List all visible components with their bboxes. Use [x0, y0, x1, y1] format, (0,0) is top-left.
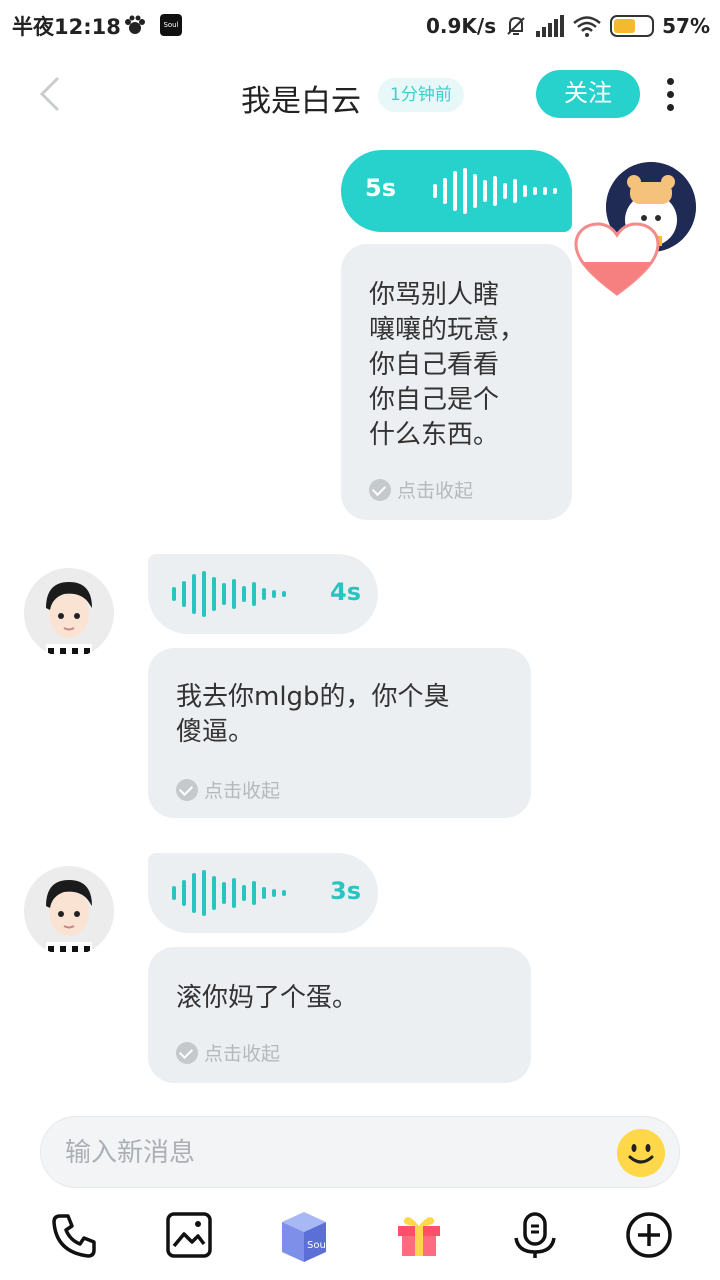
plus-icon[interactable]: [624, 1210, 674, 1260]
soul-box-icon[interactable]: Soul: [276, 1208, 332, 1264]
message-input-bar: [40, 1116, 680, 1188]
more-menu-icon[interactable]: [660, 78, 680, 114]
collapse-link[interactable]: 点击收起: [176, 1039, 280, 1066]
wifi-icon: [573, 16, 601, 37]
collapse-link[interactable]: 点击收起: [369, 476, 473, 503]
voice-duration: 4s: [330, 578, 361, 606]
transcript-text: 滚你妈了个蛋。: [176, 983, 359, 1013]
status-bar: 半夜12:18 Soul 0.9K/s 57%: [0, 0, 720, 52]
voice-message-bubble[interactable]: 5s: [341, 150, 572, 232]
transcript-card: 滚你妈了个蛋。 点击收起: [148, 947, 531, 1083]
waveform-icon: [172, 571, 286, 617]
waveform-icon: [172, 870, 286, 916]
mute-bell-icon: [507, 16, 525, 35]
check-circle-icon: [369, 478, 391, 501]
check-circle-icon: [176, 778, 198, 801]
transcript-card: 我去你mlgb的，你个臭 傻逼。 点击收起: [148, 648, 531, 818]
transcript-text: 你骂别人瞎 嚷嚷的玩意， 你自己看看 你自己是个 什么东西。: [369, 280, 526, 450]
collapse-link[interactable]: 点击收起: [176, 776, 280, 803]
contact-avatar[interactable]: [24, 866, 114, 956]
signal-icon: [536, 15, 565, 37]
transcript-text: 我去你mlgb的，你个臭 傻逼。: [176, 682, 450, 747]
check-circle-icon: [176, 1041, 198, 1064]
waveform-icon: [433, 168, 557, 214]
follow-button[interactable]: 关注: [536, 70, 640, 118]
transcript-card: 你骂别人瞎 嚷嚷的玩意， 你自己看看 你自己是个 什么东西。 点击收起: [341, 244, 572, 520]
heart-icon: [574, 222, 660, 296]
back-arrow-icon[interactable]: [36, 74, 66, 114]
message-input[interactable]: [65, 1131, 605, 1175]
voice-message-bubble[interactable]: 4s: [148, 554, 378, 634]
soul-app-icon: Soul: [160, 14, 182, 36]
chat-title: 我是白云: [241, 84, 361, 119]
battery-percent: 57%: [662, 14, 710, 38]
voice-icon[interactable]: [510, 1210, 560, 1260]
voice-duration: 3s: [330, 877, 361, 905]
voice-message-bubble[interactable]: 3s: [148, 853, 378, 933]
battery-icon: [610, 15, 655, 37]
svg-text:Soul: Soul: [307, 1240, 329, 1251]
gift-icon[interactable]: [394, 1210, 444, 1260]
bottom-toolbar: Soul: [0, 1200, 720, 1280]
network-speed: 0.9K/s: [425, 14, 497, 38]
last-active-badge: 1分钟前: [378, 78, 464, 112]
phone-icon[interactable]: [50, 1210, 100, 1260]
paw-icon: [125, 15, 145, 34]
chat-header: 我是白云 1分钟前 关注: [0, 56, 720, 136]
status-right: 0.9K/s 57%: [426, 11, 710, 41]
image-icon[interactable]: [164, 1210, 214, 1260]
voice-duration: 5s: [365, 174, 396, 202]
emoji-icon[interactable]: [617, 1129, 665, 1177]
contact-avatar[interactable]: [24, 568, 114, 658]
status-time: 半夜12:18: [12, 15, 121, 39]
